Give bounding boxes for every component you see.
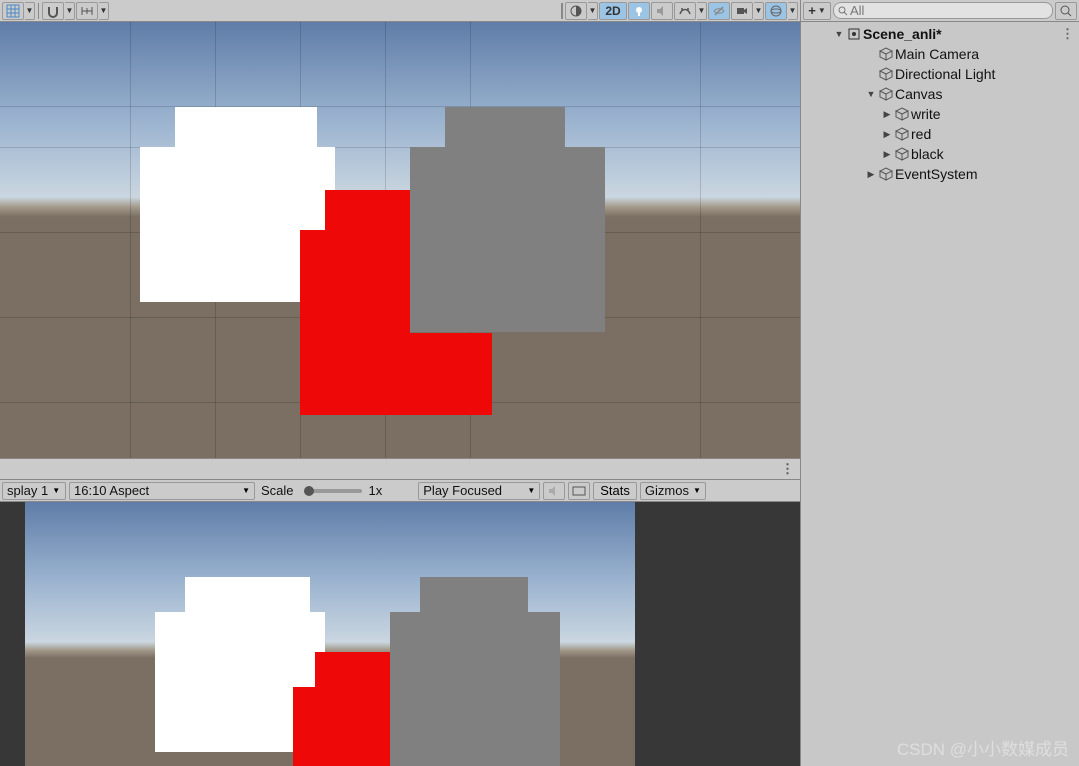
gameobject-icon (895, 107, 909, 121)
game-toolbar: splay 1▼ 16:10 Aspect▼ Scale 1x Play Foc… (0, 480, 800, 502)
display-dropdown[interactable]: splay 1▼ (2, 482, 66, 500)
aspect-dropdown[interactable]: 16:10 Aspect▼ (69, 482, 255, 500)
mode-2d-button[interactable]: 2D (599, 2, 627, 20)
item-label: Canvas (895, 86, 942, 102)
play-focused-dropdown[interactable]: Play Focused▼ (418, 482, 540, 500)
expand-icon[interactable]: ▶ (881, 149, 893, 160)
pause-divider-icon (561, 3, 563, 19)
scene-menu-icon[interactable]: ⋮ (1061, 26, 1075, 42)
grid-snap-dropdown[interactable]: ▼ (25, 2, 35, 20)
scale-slider[interactable] (304, 489, 362, 493)
scene-name: Scene_anli* (863, 26, 942, 42)
item-label: red (911, 126, 931, 142)
gameobject-icon (895, 147, 909, 161)
expand-icon[interactable]: ▼ (833, 29, 845, 39)
panel-menu-icon[interactable]: ⋮ (781, 461, 796, 477)
expand-icon[interactable]: ▶ (865, 169, 877, 180)
grid-snap-icon[interactable] (2, 2, 24, 20)
item-label: write (911, 106, 941, 122)
item-label: EventSystem (895, 166, 977, 182)
edge-dropdown[interactable]: ▼ (99, 2, 109, 20)
create-button[interactable]: +▼ (803, 2, 831, 20)
item-label: Directional Light (895, 66, 995, 82)
snap-icon[interactable] (42, 2, 64, 20)
expand-icon[interactable]: ▶ (881, 109, 893, 120)
aspect-label: 16:10 Aspect (74, 483, 149, 498)
display-label: splay 1 (7, 483, 48, 498)
fx-icon[interactable] (674, 2, 696, 20)
game-panel-header: ⋮ (0, 458, 800, 480)
edge-icon[interactable] (76, 2, 98, 20)
hidden-icon[interactable] (708, 2, 730, 20)
gameobject-icon (879, 67, 893, 81)
gizmos-label: Gizmos (645, 483, 689, 498)
scale-label: Scale (258, 483, 297, 498)
hierarchy-item-main-camera[interactable]: Main Camera (801, 44, 1079, 64)
snap-dropdown[interactable]: ▼ (65, 2, 75, 20)
scene-view[interactable] (0, 22, 800, 458)
gizmo-dropdown[interactable]: ▼ (788, 2, 798, 20)
stats-button[interactable]: Stats (593, 482, 637, 500)
gameobject-icon (879, 87, 893, 101)
hierarchy-item-black[interactable]: ▶ black (801, 144, 1079, 164)
gameobject-icon (895, 127, 909, 141)
keyboard-icon[interactable] (568, 482, 590, 500)
scene-icon (847, 27, 861, 41)
audio-icon[interactable] (651, 2, 673, 20)
camera-dropdown[interactable]: ▼ (754, 2, 764, 20)
shading-dropdown[interactable]: ▼ (588, 2, 598, 20)
fx-dropdown[interactable]: ▼ (697, 2, 707, 20)
expand-icon[interactable]: ▼ (865, 89, 877, 99)
expand-icon[interactable]: ▶ (881, 129, 893, 140)
hierarchy-item-write[interactable]: ▶ write (801, 104, 1079, 124)
hierarchy-item-eventsystem[interactable]: ▶ EventSystem (801, 164, 1079, 184)
shading-icon[interactable] (565, 2, 587, 20)
item-label: black (911, 146, 944, 162)
camera-icon[interactable] (731, 2, 753, 20)
search-icon (838, 6, 848, 16)
search-mode-icon[interactable] (1055, 2, 1077, 20)
search-placeholder: All (850, 3, 864, 18)
scene-toolbar: ▼ ▼ ▼ ▼ 2D ▼ ▼ ▼ (0, 0, 800, 22)
light-icon[interactable] (628, 2, 650, 20)
hierarchy-panel: +▼ All ▼ Scene_anli* ⋮ Main Camera Direct… (800, 0, 1079, 766)
gameobject-icon (879, 167, 893, 181)
hierarchy-item-red[interactable]: ▶ red (801, 124, 1079, 144)
game-view[interactable] (0, 502, 800, 766)
hierarchy-item-canvas[interactable]: ▼ Canvas (801, 84, 1079, 104)
hierarchy-item-directional-light[interactable]: Directional Light (801, 64, 1079, 84)
item-label: Main Camera (895, 46, 979, 62)
mute-icon[interactable] (543, 482, 565, 500)
hierarchy-search-input[interactable]: All (833, 2, 1053, 19)
gizmos-dropdown[interactable]: Gizmos▼ (640, 482, 706, 500)
play-label: Play Focused (423, 483, 502, 498)
gizmo-icon[interactable] (765, 2, 787, 20)
hierarchy-scene-row[interactable]: ▼ Scene_anli* ⋮ (801, 24, 1079, 44)
gameobject-icon (879, 47, 893, 61)
scale-value: 1x (369, 483, 383, 498)
